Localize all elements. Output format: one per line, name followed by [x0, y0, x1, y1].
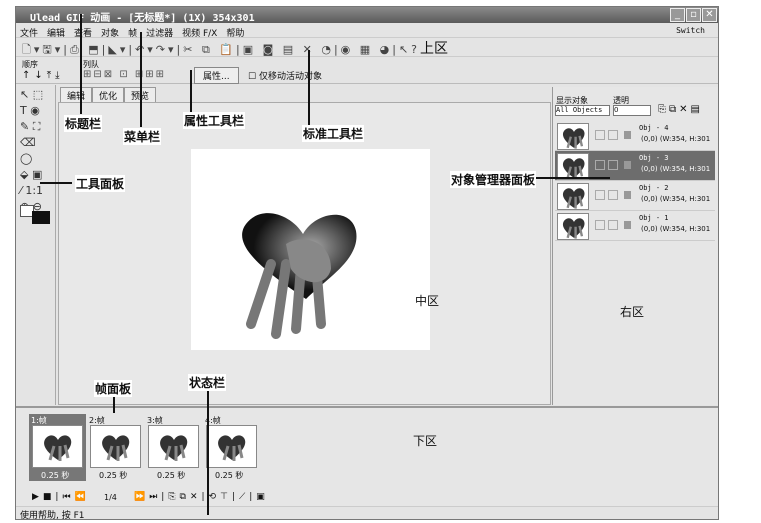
object-row[interactable]: Obj - 4 (0,0) (W:354, H:301 — [555, 121, 715, 151]
menu-edit[interactable]: 编辑 — [47, 29, 65, 39]
tool-icons[interactable]: ↖ ⬚T ◉✎ ⛶⌫ ◯⬙ ▣⁄ 1:1⊕ ⊖ — [20, 87, 51, 215]
annotation-line — [113, 395, 115, 413]
frame-delay: 0.25 秒 — [157, 471, 186, 480]
frame-thumbnail — [32, 425, 83, 468]
visibility-toggle[interactable] — [595, 220, 605, 230]
move-active-only-label: 仅移动活动对象 — [258, 72, 322, 82]
object-name: Obj - 3 — [639, 154, 669, 162]
menu-view[interactable]: 查看 — [74, 29, 92, 39]
object-name: Obj - 1 — [639, 214, 669, 222]
frame-action-icons[interactable]: ⏩⏭|⎘⧉✕|⟲⊤|⟋|▣ — [134, 492, 269, 502]
annotation-middle: 中区 — [415, 294, 440, 308]
object-thumbnail — [557, 153, 589, 180]
lock-toggle[interactable] — [608, 190, 618, 200]
merge-icon[interactable] — [624, 221, 631, 229]
annotation-line — [40, 182, 72, 184]
object-name: Obj - 4 — [639, 124, 669, 132]
object-thumbnail — [557, 183, 589, 210]
annotation-object-manager: 对象管理器面板 — [450, 171, 537, 188]
menu-filter[interactable]: 过滤器 — [146, 29, 173, 39]
object-manager-panel: 显示对象 透明 All Objects 0 ⎘⧉✕▤ Obj - 4 (0,0)… — [552, 87, 718, 405]
annotation-line — [140, 32, 142, 127]
object-thumbnail — [557, 123, 589, 150]
frame-thumbnail — [206, 425, 257, 468]
frame-thumbnail — [90, 425, 141, 468]
tab-optimize[interactable]: 优化 — [92, 87, 125, 103]
annotation-menu-bar: 菜单栏 — [123, 128, 162, 145]
annotation-top: 上区 — [420, 41, 448, 57]
transparency-input[interactable]: 0 — [613, 105, 651, 116]
menu-frame[interactable]: 帧 — [128, 29, 137, 39]
object-thumbnail — [557, 213, 589, 240]
frame-panel: 1:帧 0.25 秒 2:帧 0.25 秒 3:帧 0.25 秒 4:帧 0.2… — [16, 406, 718, 506]
annotation-line — [308, 50, 310, 125]
frame-item[interactable]: 3:帧 0.25 秒 — [145, 414, 202, 481]
tools-panel: ↖ ⬚T ◉✎ ⛶⌫ ◯⬙ ▣⁄ 1:1⊕ ⊖ — [16, 85, 56, 405]
menu-file[interactable]: 文件 — [20, 29, 38, 39]
menu-object[interactable]: 对象 — [101, 29, 119, 39]
show-objects-select[interactable]: All Objects — [555, 105, 610, 116]
visibility-toggle[interactable] — [595, 130, 605, 140]
frame-delay: 0.25 秒 — [41, 471, 70, 480]
properties-button[interactable]: 属性... — [194, 67, 239, 84]
frame-item[interactable]: 4:帧 0.25 秒 — [203, 414, 260, 481]
annotation-title-bar: 标题栏 — [64, 115, 103, 132]
merge-icon[interactable] — [624, 191, 631, 199]
switch-button[interactable]: Switch — [676, 26, 705, 35]
status-bar: 使用帮助, 按 F1 — [16, 506, 718, 521]
annotation-status-bar: 状态栏 — [188, 374, 227, 391]
merge-icon[interactable] — [624, 161, 631, 169]
image-canvas[interactable] — [191, 149, 430, 350]
frame-delay: 0.25 秒 — [215, 471, 244, 480]
visibility-toggle[interactable] — [595, 160, 605, 170]
annotation-right: 右区 — [620, 305, 645, 319]
annotation-line — [190, 70, 192, 112]
lock-toggle[interactable] — [608, 160, 618, 170]
object-info: (0,0) (W:354, H:301 — [641, 225, 711, 233]
frame-thumbnail — [148, 425, 199, 468]
annotation-frame-panel: 帧面板 — [94, 380, 133, 397]
menu-help[interactable]: 帮助 — [226, 29, 244, 39]
window-title: Ulead GIF 动画 - [无标题*] (1X) 354x301 — [30, 13, 255, 24]
object-action-icons[interactable]: ⎘⧉✕▤ — [658, 104, 703, 115]
tab-edit[interactable]: 编辑 — [60, 87, 93, 103]
lock-toggle[interactable] — [608, 130, 618, 140]
app-window: Ulead GIF 动画 - [无标题*] (1X) 354x301 _ ▫ ✕… — [15, 6, 719, 521]
title-bar: Ulead GIF 动画 - [无标题*] (1X) 354x301 — [16, 7, 718, 24]
menu-video-fx[interactable]: 视频 F/X — [182, 29, 217, 39]
frame-position: 1/4 — [104, 493, 117, 502]
annotation-line — [535, 177, 610, 179]
heart-image — [242, 213, 357, 339]
frame-item[interactable]: 1:帧 0.25 秒 — [29, 414, 86, 481]
object-row[interactable]: Obj - 2 (0,0) (W:354, H:301 — [555, 181, 715, 211]
lock-toggle[interactable] — [608, 220, 618, 230]
visibility-toggle[interactable] — [595, 190, 605, 200]
annotation-bottom: 下区 — [413, 434, 438, 448]
align-icons[interactable]: ⊞⊟⊠ ⊡ ⊞⊞⊞ — [83, 69, 166, 80]
object-name: Obj - 2 — [639, 184, 669, 192]
object-info: (0,0) (W:354, H:301 — [641, 165, 711, 173]
annotation-line — [80, 14, 82, 114]
annotation-tools-panel: 工具面板 — [75, 175, 126, 192]
order-icons[interactable]: ↑↓⤒⤓ — [22, 70, 64, 81]
frame-delay: 0.25 秒 — [99, 471, 128, 480]
playback-controls[interactable]: ▶■|⏮⏪ — [32, 492, 90, 502]
annotation-attr-toolbar: 属性工具栏 — [183, 112, 246, 129]
frame-item[interactable]: 2:帧 0.25 秒 — [87, 414, 144, 481]
order-label: 顺序 — [22, 60, 38, 69]
attribute-toolbar: 顺序 ↑↓⤒⤓ 列队 ⊞⊟⊠ ⊡ ⊞⊞⊞ 属性... ☐ 仅移动活动对象 — [16, 58, 718, 84]
background-color[interactable] — [32, 211, 50, 224]
close-button[interactable]: ✕ — [702, 8, 717, 22]
merge-icon[interactable] — [624, 131, 631, 139]
menu-bar: 文件 编辑 查看 对象帧过滤器 视频 F/X 帮助 Switch — [16, 24, 718, 39]
standard-toolbar: 🗋▾🖫▾|⎙ ⬒|◣▾|↶▾↷▾|✂ ⧉ 📋|▣ ◙ ▤ ✕ ◔|◉ ▦ ◕|↖… — [16, 39, 718, 57]
annotation-std-toolbar: 标准工具栏 — [302, 125, 365, 142]
minimize-button[interactable]: _ — [670, 8, 685, 22]
object-info: (0,0) (W:354, H:301 — [641, 135, 711, 143]
object-row[interactable]: Obj - 1 (0,0) (W:354, H:301 — [555, 211, 715, 241]
object-info: (0,0) (W:354, H:301 — [641, 195, 711, 203]
maximize-button[interactable]: ▫ — [686, 8, 701, 22]
annotation-line — [207, 390, 209, 515]
move-active-only-checkbox[interactable]: ☐ 仅移动活动对象 — [248, 69, 322, 82]
